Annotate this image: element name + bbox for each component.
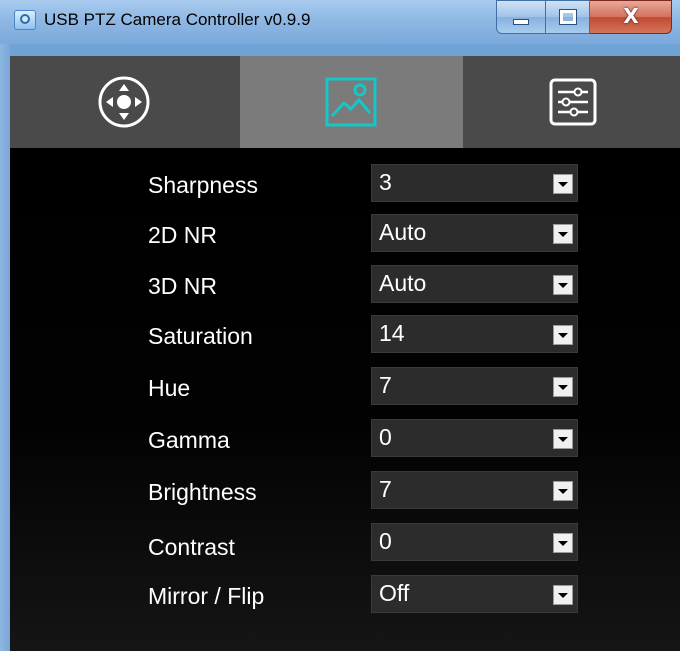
image-settings-panel: Sharpness 3 2D NR Auto 3D NR Auto Satura… (10, 148, 680, 651)
chevron-down-icon[interactable] (553, 325, 573, 345)
contrast-select[interactable]: 0 (371, 523, 578, 561)
setting-row-gamma: Gamma 0 (10, 419, 680, 459)
mirror-flip-value: Off (379, 580, 410, 606)
tab-image-settings[interactable] (240, 56, 463, 148)
sharpness-select[interactable]: 3 (371, 164, 578, 202)
chevron-down-icon[interactable] (553, 174, 573, 194)
mirror-flip-label: Mirror / Flip (148, 583, 265, 609)
caption-buttons: X (496, 0, 672, 36)
directional-pad-icon (98, 76, 150, 128)
brightness-select[interactable]: 7 (371, 471, 578, 509)
window-frame (0, 44, 10, 651)
maximize-button[interactable] (546, 0, 590, 34)
gamma-value: 0 (379, 424, 392, 450)
chevron-down-icon[interactable] (553, 275, 573, 295)
maximize-icon (559, 9, 577, 25)
saturation-label: Saturation (148, 323, 253, 349)
sharpness-value: 3 (379, 169, 392, 195)
setting-row-mirror-flip: Mirror / Flip Off (10, 575, 680, 615)
3d-nr-label: 3D NR (148, 273, 218, 299)
close-button[interactable]: X (590, 0, 672, 34)
sliders-icon (549, 78, 597, 126)
2d-nr-value: Auto (379, 219, 427, 245)
setting-row-2d-nr: 2D NR Auto (10, 214, 680, 254)
hue-select[interactable]: 7 (371, 367, 578, 405)
setting-row-saturation: Saturation 14 (10, 315, 680, 355)
image-icon (325, 77, 377, 127)
minimize-icon (513, 19, 529, 25)
chevron-down-icon[interactable] (553, 377, 573, 397)
setting-row-brightness: Brightness 7 (10, 471, 680, 511)
tab-bar (10, 56, 680, 148)
window-title: USB PTZ Camera Controller v0.9.9 (44, 10, 311, 29)
chevron-down-icon[interactable] (553, 585, 573, 605)
minimize-button[interactable] (496, 0, 546, 34)
3d-nr-value: Auto (379, 270, 427, 296)
contrast-value: 0 (379, 528, 392, 554)
setting-row-3d-nr: 3D NR Auto (10, 265, 680, 305)
chevron-down-icon[interactable] (553, 224, 573, 244)
chevron-down-icon[interactable] (553, 429, 573, 449)
sharpness-label: Sharpness (148, 172, 258, 198)
gamma-label: Gamma (148, 427, 230, 453)
2d-nr-label: 2D NR (148, 222, 218, 248)
saturation-select[interactable]: 14 (371, 315, 578, 353)
app-window: USB PTZ Camera Controller v0.9.9 X Sharp… (0, 0, 680, 651)
title-bar[interactable]: USB PTZ Camera Controller v0.9.9 X (0, 0, 680, 44)
contrast-label: Contrast (148, 534, 235, 560)
saturation-value: 14 (379, 320, 405, 346)
setting-row-sharpness: Sharpness 3 (10, 164, 680, 204)
brightness-value: 7 (379, 476, 392, 502)
gamma-select[interactable]: 0 (371, 419, 578, 457)
tab-advanced-settings[interactable] (463, 56, 680, 148)
2d-nr-select[interactable]: Auto (371, 214, 578, 252)
brightness-label: Brightness (148, 479, 257, 505)
camera-app-icon[interactable] (14, 10, 36, 30)
chevron-down-icon[interactable] (553, 481, 573, 501)
3d-nr-select[interactable]: Auto (371, 265, 578, 303)
setting-row-contrast: Contrast 0 (10, 523, 680, 563)
setting-row-hue: Hue 7 (10, 367, 680, 407)
mirror-flip-select[interactable]: Off (371, 575, 578, 613)
hue-label: Hue (148, 375, 191, 401)
tab-ptz-control[interactable] (10, 56, 240, 148)
hue-value: 7 (379, 372, 392, 398)
chevron-down-icon[interactable] (553, 533, 573, 553)
close-icon: X (623, 4, 639, 28)
